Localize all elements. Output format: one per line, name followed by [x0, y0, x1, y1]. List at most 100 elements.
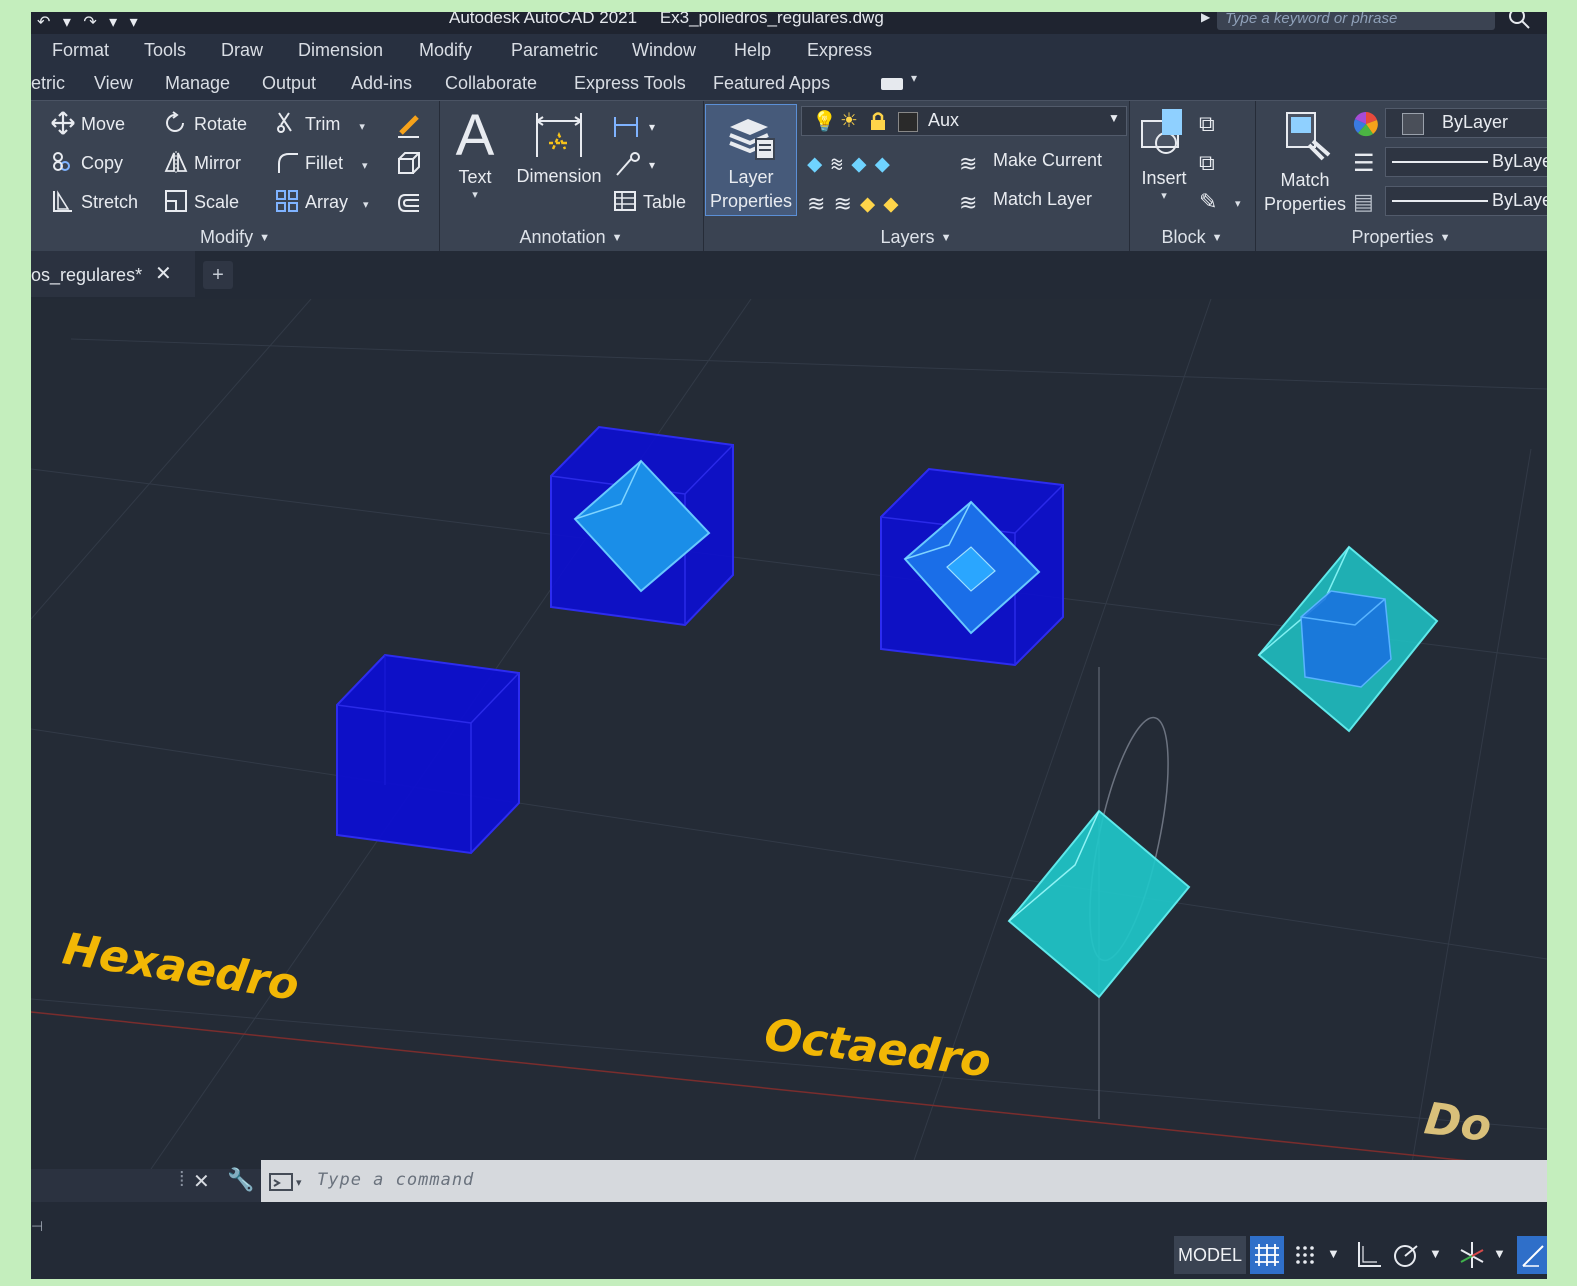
menu-dimension[interactable]: Dimension	[298, 40, 383, 61]
hexaedro-cube[interactable]	[336, 653, 520, 855]
block-attributes-dropdown-icon[interactable]: ▾	[1235, 197, 1241, 210]
file-tab[interactable]: os_regulares* ✕	[31, 251, 195, 297]
tab-output[interactable]: Output	[262, 73, 316, 94]
grid-toggle-icon[interactable]	[1250, 1236, 1284, 1274]
table-button[interactable]: Table	[613, 189, 686, 213]
ribbon-minimize-icon[interactable]	[881, 78, 903, 90]
text-button[interactable]: A Text ▾	[447, 105, 503, 202]
snap-dropdown-icon[interactable]: ▼	[1327, 1246, 1340, 1261]
command-input[interactable]: ▾ Type a command	[261, 1160, 1547, 1202]
array-button[interactable]: Array ▾	[275, 189, 369, 213]
search-expand-icon[interactable]: ▶	[1201, 12, 1210, 24]
make-current-button[interactable]: ≋ Make Current	[959, 150, 1102, 176]
trim-dropdown-icon[interactable]: ▾	[359, 121, 365, 133]
command-history-icon[interactable]: ▾	[269, 1172, 309, 1192]
layer-freeze-icon[interactable]: ⬥	[851, 151, 874, 176]
cube-octahedron-1[interactable]	[550, 425, 734, 627]
menu-help[interactable]: Help	[734, 40, 771, 61]
lineweight-sample	[1392, 161, 1488, 163]
layers-panel-label[interactable]: Layers ▼	[703, 227, 1129, 248]
new-tab-button[interactable]: +	[203, 261, 233, 289]
model-space-button[interactable]: MODEL	[1174, 1236, 1246, 1274]
tab-parametric[interactable]: etric	[31, 73, 65, 94]
lineweight-dropdown[interactable]: ByLaye	[1385, 147, 1547, 177]
modify-panel-label[interactable]: Modify ▼	[31, 227, 439, 248]
search-input[interactable]: Type a keyword or phrase	[1217, 12, 1495, 30]
tab-collaborate[interactable]: Collaborate	[445, 73, 537, 94]
fillet-dropdown-icon[interactable]: ▾	[362, 160, 368, 172]
customize-wrench-icon[interactable]: 🔧	[227, 1167, 254, 1193]
array-dropdown-icon[interactable]: ▾	[363, 199, 369, 211]
snap-mode-icon[interactable]	[1290, 1236, 1320, 1274]
command-close-icon[interactable]: ✕	[193, 1169, 210, 1194]
layer-previous-icon[interactable]: ≋	[807, 191, 833, 216]
linetype-icon[interactable]: ▤	[1353, 189, 1374, 215]
match-layer-button[interactable]: ≋ Match Layer	[959, 189, 1092, 215]
object-snap-tracking-icon[interactable]	[1517, 1236, 1547, 1274]
copy-button[interactable]: Copy	[51, 150, 123, 174]
search-icon[interactable]	[1507, 12, 1533, 32]
scale-button[interactable]: Scale	[164, 189, 239, 213]
isodraft-dropdown-icon[interactable]: ▼	[1493, 1246, 1506, 1261]
menu-modify[interactable]: Modify	[419, 40, 472, 61]
layer-dropdown[interactable]: 💡 ☀ Aux ▼	[801, 106, 1127, 136]
edit-block-icon[interactable]: ⧉	[1199, 150, 1215, 176]
quick-access-toolbar[interactable]: ↶ ▾ ↷ ▾ ▾	[37, 12, 142, 32]
insert-button[interactable]: Insert ▾	[1133, 107, 1195, 202]
tab-manage[interactable]: Manage	[165, 73, 230, 94]
layer-thaw-all-icon[interactable]: ⬥	[860, 191, 883, 216]
create-block-icon[interactable]: ⧉	[1199, 111, 1215, 137]
move-label: Move	[81, 114, 126, 134]
layer-isolate-icon[interactable]: ≋	[830, 151, 851, 176]
lineweight-icon[interactable]: ☰	[1353, 149, 1375, 178]
tab-view[interactable]: View	[94, 73, 133, 94]
close-tab-icon[interactable]: ✕	[155, 261, 172, 286]
ribbon-minimize-caret-icon[interactable]: ▾	[911, 71, 917, 85]
layer-lock-icon[interactable]	[868, 111, 888, 131]
menu-window[interactable]: Window	[632, 40, 696, 61]
menu-format[interactable]: Format	[52, 40, 109, 61]
properties-panel-label[interactable]: Properties ▼	[1255, 227, 1547, 248]
offset-icon[interactable]	[395, 189, 423, 217]
block-panel-label[interactable]: Block ▼	[1129, 227, 1255, 248]
command-grip-icon[interactable]: ⁞	[179, 1169, 185, 1192]
layer-thaw-icon[interactable]: ☀	[840, 108, 858, 133]
layer-on-icon[interactable]: 💡	[812, 109, 837, 134]
fillet-button[interactable]: Fillet ▾	[275, 150, 368, 174]
edit-attributes-icon[interactable]: ✎	[1199, 189, 1217, 215]
tab-featured-apps[interactable]: Featured Apps	[713, 73, 830, 94]
explode-icon[interactable]	[395, 150, 423, 178]
stretch-button[interactable]: Stretch	[51, 189, 138, 213]
isodraft-icon[interactable]	[1455, 1236, 1489, 1274]
layer-unisolate-icon[interactable]: ≋	[833, 191, 859, 216]
ortho-mode-icon[interactable]	[1351, 1236, 1385, 1274]
rotate-button[interactable]: Rotate	[164, 111, 247, 135]
color-wheel-icon[interactable]	[1353, 111, 1379, 137]
menu-express[interactable]: Express	[807, 40, 872, 61]
dimension-button[interactable]: Dimension	[511, 109, 607, 187]
layer-lock-tool-icon[interactable]: ⬥	[875, 151, 898, 176]
leader-icon[interactable]: ▾	[611, 151, 663, 179]
tab-express-tools[interactable]: Express Tools	[574, 73, 686, 94]
menu-draw[interactable]: Draw	[221, 40, 263, 61]
move-button[interactable]: Move	[51, 111, 125, 135]
layer-properties-button[interactable]: Layer Properties	[705, 104, 797, 216]
erase-icon[interactable]	[395, 111, 423, 139]
trim-button[interactable]: Trim ▾	[275, 111, 365, 135]
menu-parametric[interactable]: Parametric	[511, 40, 598, 61]
layer-unlock-icon[interactable]: ⬥	[883, 191, 906, 216]
drawing-area[interactable]: Hexaedro Octaedro Do	[31, 299, 1547, 1169]
fillet-icon	[278, 153, 298, 173]
tab-add-ins[interactable]: Add-ins	[351, 73, 412, 94]
linear-dimension-icon[interactable]: ▾	[611, 113, 663, 141]
polar-tracking-icon[interactable]	[1389, 1236, 1423, 1274]
layer-off-icon[interactable]: ⬥	[807, 151, 830, 176]
mirror-button[interactable]: Mirror	[164, 150, 241, 174]
polar-dropdown-icon[interactable]: ▼	[1429, 1246, 1442, 1261]
linetype-dropdown[interactable]: ByLaye	[1385, 186, 1547, 216]
match-properties-button[interactable]: Match Properties	[1259, 107, 1351, 216]
cube-octahedron-2[interactable]	[880, 467, 1064, 667]
menu-tools[interactable]: Tools	[144, 40, 186, 61]
annotation-panel-label[interactable]: Annotation ▼	[439, 227, 703, 248]
color-dropdown[interactable]: ByLayer	[1385, 108, 1547, 138]
